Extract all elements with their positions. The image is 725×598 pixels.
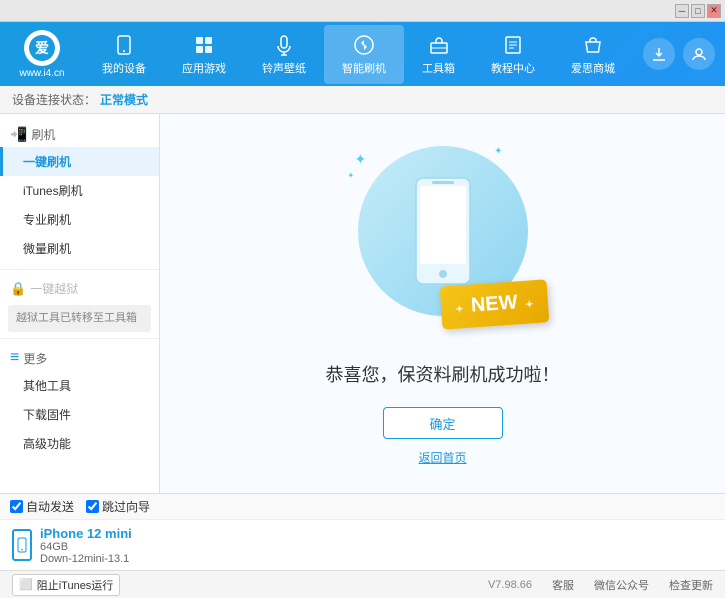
main-layout: 📲 刷机 一键刷机 iTunes刷机 专业刷机 微量刷机 🔒 一键越狱 越狱工具…: [0, 114, 725, 493]
status-right-area: V7.98.66 客服 微信公众号 检查更新: [488, 577, 713, 593]
stop-itunes-btn[interactable]: ⬜ 阻止iTunes运行: [12, 574, 120, 596]
stop-itunes-icon: ⬜: [19, 578, 33, 591]
status-bar: 设备连接状态： 正常模式: [0, 86, 725, 114]
nav-tutorial-label: 教程中心: [491, 60, 535, 76]
device-phone-icon: [12, 529, 32, 561]
sidebar-item-small-flash[interactable]: 微量刷机: [0, 234, 159, 263]
auto-send-label: 自动发送: [26, 498, 74, 515]
header-right-icons: [643, 38, 715, 70]
nav-apple-store[interactable]: 爱思商城: [553, 25, 633, 84]
stop-itunes-label: 阻止iTunes运行: [37, 577, 114, 593]
nav-bar: 我的设备 应用游戏 铃声壁纸 智能刷机 工具箱: [84, 25, 633, 84]
apps-games-icon: [192, 33, 216, 57]
content-area: ✦ ✦ ✦ ✦ NEW ✦ 恭喜您，保资料刷机成功啦！ 确定 返回首页: [160, 114, 725, 493]
checkbox-row: 自动发送 跳过向导: [0, 494, 725, 520]
illustration: ✦ ✦ ✦ ✦ NEW ✦: [343, 141, 543, 341]
nav-tutorial[interactable]: 教程中心: [473, 25, 553, 84]
more-section-label: 更多: [23, 350, 47, 367]
close-btn[interactable]: ✕: [707, 4, 721, 18]
nav-ringtone-label: 铃声壁纸: [262, 60, 306, 76]
new-badge: ✦ NEW ✦: [440, 279, 549, 329]
logo-url: www.i4.cn: [19, 68, 64, 79]
customer-service-link[interactable]: 客服: [552, 577, 574, 593]
nav-toolbox[interactable]: 工具箱: [404, 25, 473, 84]
sparkle-2: ✦: [494, 146, 502, 157]
nav-toolbox-label: 工具箱: [422, 60, 455, 76]
wechat-link[interactable]: 微信公众号: [594, 577, 649, 593]
user-btn[interactable]: [683, 38, 715, 70]
sparkle-1: ✦: [355, 151, 367, 168]
device-row: iPhone 12 mini 64GB Down-12mini-13.1: [0, 520, 725, 570]
sparkle-3: ✦: [348, 171, 355, 180]
skip-wizard-label: 跳过向导: [102, 498, 150, 515]
logo-icon: 爱: [24, 30, 60, 66]
flash-section-label: 刷机: [31, 126, 55, 143]
nav-smart-flash-label: 智能刷机: [342, 60, 386, 76]
nav-my-device-label: 我的设备: [102, 60, 146, 76]
bottom-area: 自动发送 跳过向导 iPhone 12 mini 64GB Down-12min…: [0, 493, 725, 570]
sidebar-item-pro-flash[interactable]: 专业刷机: [0, 205, 159, 234]
check-update-link[interactable]: 检查更新: [669, 577, 713, 593]
nav-smart-flash[interactable]: 智能刷机: [324, 25, 404, 84]
success-message: 恭喜您，保资料刷机成功啦！: [326, 361, 560, 387]
nav-apps-games-label: 应用游戏: [182, 60, 226, 76]
nav-ringtone[interactable]: 铃声壁纸: [244, 25, 324, 84]
tutorial-icon: [501, 33, 525, 57]
auto-send-checkbox[interactable]: 自动发送: [10, 498, 74, 515]
device-capacity: 64GB: [40, 541, 132, 553]
status-label: 设备连接状态：: [12, 91, 96, 108]
toolbox-icon: [427, 33, 451, 57]
sidebar-divider-2: [0, 338, 159, 339]
device-model: Down-12mini-13.1: [40, 553, 132, 565]
bottom-statusbar: ⬜ 阻止iTunes运行 V7.98.66 客服 微信公众号 检查更新: [0, 570, 725, 598]
sidebar-divider-1: [0, 269, 159, 270]
smart-flash-icon: [352, 33, 376, 57]
new-badge-star-right: ✦: [525, 299, 534, 311]
nav-my-device[interactable]: 我的设备: [84, 25, 164, 84]
status-value: 正常模式: [100, 91, 148, 108]
auto-send-input[interactable]: [10, 500, 23, 513]
maximize-btn[interactable]: □: [691, 4, 705, 18]
logo-area[interactable]: 爱 www.i4.cn: [10, 30, 74, 79]
ringtone-icon: [272, 33, 296, 57]
nav-apple-store-label: 爱思商城: [571, 60, 615, 76]
lock-icon: 🔒: [10, 281, 26, 297]
window-controls[interactable]: ─ □ ✕: [675, 4, 721, 18]
more-section-icon: ≡: [10, 349, 19, 367]
sidebar-item-advanced[interactable]: 高级功能: [0, 429, 159, 458]
skip-wizard-checkbox[interactable]: 跳过向导: [86, 498, 150, 515]
sidebar-section-jailbreak: 🔒 一键越狱: [0, 276, 159, 301]
flash-section-icon: 📲: [10, 126, 27, 143]
phone-illustration: [408, 176, 478, 286]
new-badge-star-left: ✦: [455, 304, 464, 316]
confirm-button[interactable]: 确定: [383, 407, 503, 439]
device-name: iPhone 12 mini: [40, 526, 132, 541]
new-badge-text: NEW: [470, 291, 518, 316]
jailbreak-warning: 越狱工具已转移至工具箱: [8, 305, 151, 332]
nav-apps-games[interactable]: 应用游戏: [164, 25, 244, 84]
jailbreak-section-label: 一键越狱: [30, 280, 78, 297]
version-text: V7.98.66: [488, 579, 532, 591]
device-details: iPhone 12 mini 64GB Down-12mini-13.1: [40, 526, 132, 565]
return-link[interactable]: 返回首页: [418, 449, 466, 466]
sidebar-item-one-click-flash[interactable]: 一键刷机: [0, 147, 159, 176]
skip-wizard-input[interactable]: [86, 500, 99, 513]
sidebar-item-download-firmware[interactable]: 下载固件: [0, 400, 159, 429]
apple-store-icon: [581, 33, 605, 57]
minimize-btn[interactable]: ─: [675, 4, 689, 18]
sidebar-section-flash: 📲 刷机: [0, 122, 159, 147]
sidebar: 📲 刷机 一键刷机 iTunes刷机 专业刷机 微量刷机 🔒 一键越狱 越狱工具…: [0, 114, 160, 493]
title-bar: ─ □ ✕: [0, 0, 725, 22]
download-btn[interactable]: [643, 38, 675, 70]
sidebar-item-itunes-flash[interactable]: iTunes刷机: [0, 176, 159, 205]
my-device-icon: [112, 33, 136, 57]
sidebar-item-other-tools[interactable]: 其他工具: [0, 371, 159, 400]
svg-text:爱: 爱: [35, 41, 49, 57]
header: 爱 www.i4.cn 我的设备 应用游戏 铃声壁纸: [0, 22, 725, 86]
sidebar-section-more: ≡ 更多: [0, 345, 159, 371]
